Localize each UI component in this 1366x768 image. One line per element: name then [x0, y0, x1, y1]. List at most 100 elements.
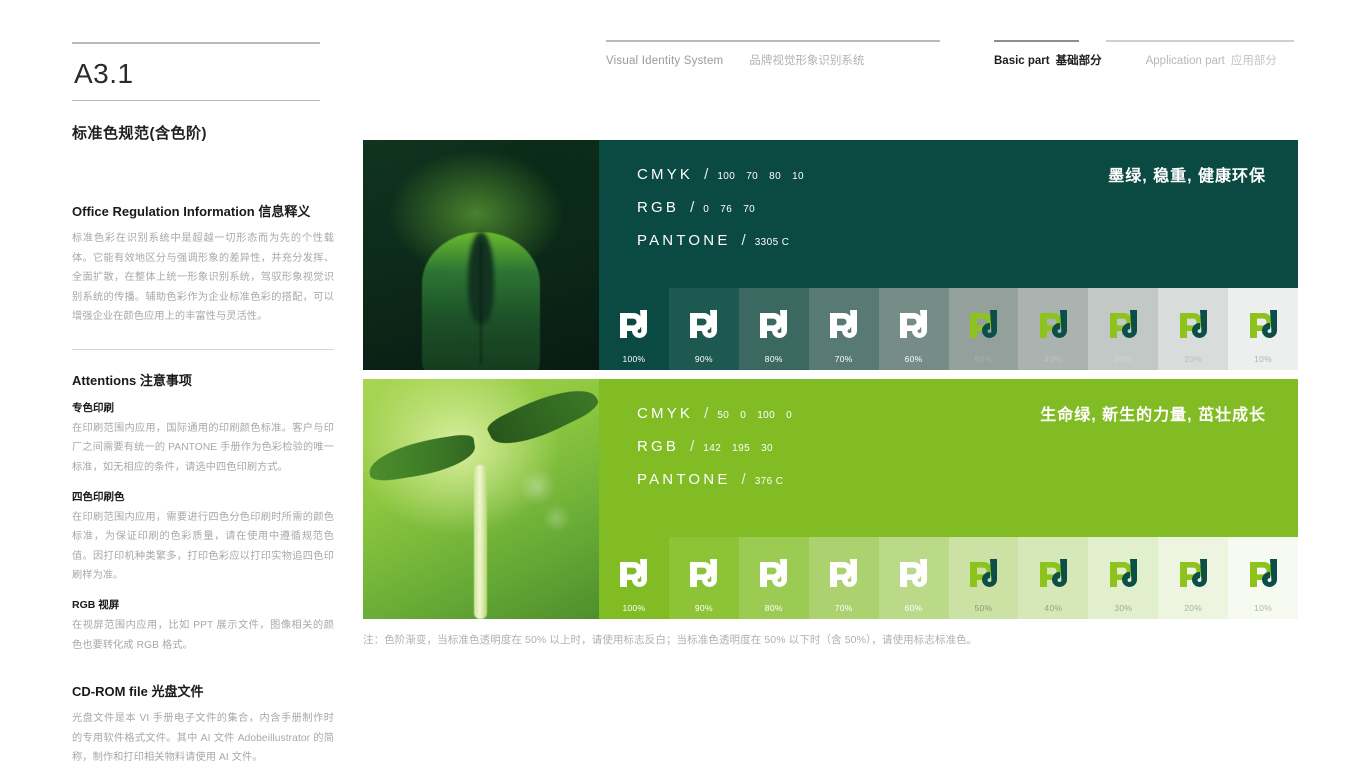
tint-swatch[interactable]: 70% — [808, 288, 879, 370]
sidebar: 标准色规范(含色阶) Office Regulation Information… — [72, 122, 334, 768]
tint-swatch[interactable]: 80% — [738, 537, 809, 619]
nav-application-label-cn: 应用部分 — [1230, 55, 1277, 67]
brand-logo-icon — [1039, 558, 1067, 587]
tint-percent-label: 20% — [1184, 603, 1203, 613]
page-code: A3.1 — [74, 58, 134, 89]
attention-item: RGB 视屏 在视屏范围内应用，比如 PPT 展示文件，图像相关的颜色也要转化成… — [72, 597, 334, 655]
tint-percent-label: 40% — [1044, 354, 1063, 364]
tint-percent-label: 20% — [1184, 354, 1203, 364]
tint-percent-label: 60% — [904, 603, 923, 613]
tint-percent-label: 40% — [1044, 603, 1063, 613]
tint-percent-label: 70% — [834, 354, 853, 364]
brand-logo-icon — [1249, 558, 1277, 587]
nav-basic-label-en: Basic part — [994, 55, 1050, 67]
brand-logo-icon — [830, 309, 858, 338]
spec-separator: / — [704, 405, 709, 422]
tint-percent-label: 80% — [764, 354, 783, 364]
block-gap — [363, 370, 1298, 379]
spec-key: PANTONE — [637, 232, 731, 249]
brand-logo-icon — [620, 558, 648, 587]
tint-percent-label: 10% — [1254, 603, 1273, 613]
attention-item: 专色印刷 在印刷范围内应用，国际通用的印刷颜色标准。客户与印厂之间需要有统一的 … — [72, 400, 334, 478]
color-block-secondary: 生命绿, 新生的力量, 茁壮成长 CMYK / 50 0 100 0 RGB / 14… — [363, 379, 1299, 619]
spec-key: CMYK — [637, 405, 694, 422]
tint-percent-label: 100% — [622, 603, 646, 613]
brand-logo-icon — [1109, 309, 1137, 338]
tint-percent-label: 90% — [694, 603, 713, 613]
footer-note: 注：色阶渐变，当标准色透明度在 50% 以上时，请使用标志反白；当标准色透明度在… — [363, 634, 978, 646]
brand-logo-icon — [690, 558, 718, 587]
spec-separator: / — [741, 232, 746, 249]
tint-swatch[interactable]: 50% — [948, 537, 1019, 619]
primary-tagline: 墨绿, 稳重, 健康环保 — [1108, 168, 1266, 185]
page-title: 标准色规范(含色阶) — [72, 125, 207, 142]
nav-item-application-part[interactable]: Application part 应用部分 — [1146, 52, 1277, 68]
spec-value: 100 70 80 10 — [717, 171, 805, 182]
spec-key: RGB — [637, 199, 680, 216]
nav-application-label-en: Application part — [1145, 55, 1225, 67]
brand-logo-icon — [830, 558, 858, 587]
tint-swatch[interactable]: 10% — [1228, 537, 1299, 619]
spec-value: 376 C — [754, 476, 784, 487]
brand-logo-icon — [969, 309, 997, 338]
system-title-en: Visual Identity System — [606, 55, 724, 67]
tint-swatch[interactable]: 70% — [808, 537, 879, 619]
spec-separator: / — [741, 471, 746, 488]
primary-spec-panel: 墨绿, 稳重, 健康环保 CMYK / 100 70 80 10 RGB / 0 76 7… — [599, 140, 1298, 288]
attention-label: 四色印刷色 — [72, 490, 125, 503]
tint-swatch[interactable]: 30% — [1088, 537, 1159, 619]
cdrom-heading: CD-ROM file 光盘文件 — [72, 684, 204, 700]
tint-swatch[interactable]: 20% — [1158, 288, 1229, 370]
tint-percent-label: 80% — [764, 603, 783, 613]
tint-percent-label: 60% — [904, 354, 923, 364]
attention-text: 在印刷范围内应用，国际通用的印刷颜色标准。客户与印厂之间需要有统一的 PANTO… — [72, 422, 334, 474]
spec-row-rgb: RGB / 142 195 30 — [637, 438, 1298, 455]
brand-logo-icon — [900, 558, 928, 587]
nav-item-basic-part[interactable]: Basic part 基础部分 — [994, 52, 1102, 68]
tint-swatch[interactable]: 90% — [668, 288, 739, 370]
spec-value: 142 195 30 — [703, 443, 773, 454]
tint-swatch[interactable]: 80% — [738, 288, 809, 370]
spec-separator: / — [690, 438, 695, 455]
tint-swatch[interactable]: 60% — [878, 537, 949, 619]
nav-basic-label-cn: 基础部分 — [1055, 55, 1102, 67]
tint-percent-label: 10% — [1254, 354, 1273, 364]
tint-swatch[interactable]: 40% — [1018, 288, 1089, 370]
spec-separator: / — [704, 166, 709, 183]
attention-text: 在印刷范围内应用，需要进行四色分色印刷时所需的颜色标准，为保证印刷的色彩质量，请… — [72, 511, 334, 582]
attention-label: 专色印刷 — [72, 401, 114, 414]
brand-logo-icon — [1249, 309, 1277, 338]
secondary-tint-scale: 100% 90% 80% 70% 60% 50% 40% 30% 20% 10% — [599, 537, 1299, 619]
sprout-photo — [363, 379, 599, 619]
tint-swatch[interactable]: 40% — [1018, 537, 1089, 619]
tint-swatch[interactable]: 10% — [1228, 288, 1299, 370]
info-heading: Office Regulation Information 信息释义 — [72, 204, 311, 219]
cdrom-body: 光盘文件是本 VI 手册电子文件的集合，内含手册制作时的专用软件格式文件。其中 … — [72, 713, 334, 764]
tint-swatch[interactable]: 60% — [878, 288, 949, 370]
tint-percent-label: 90% — [694, 354, 713, 364]
page-code-block: A3.1 — [72, 42, 320, 101]
brand-logo-icon — [1179, 558, 1207, 587]
spec-row-rgb: RGB / 0 76 70 — [637, 199, 1298, 216]
tint-swatch[interactable]: 100% — [599, 288, 669, 370]
attention-item: 四色印刷色 在印刷范围内应用，需要进行四色分色印刷时所需的颜色标准，为保证印刷的… — [72, 489, 334, 586]
system-title-block: Visual Identity System 品牌视觉形象识别系统 — [606, 40, 940, 68]
attentions-heading: Attentions 注意事项 — [72, 372, 192, 388]
brand-logo-icon — [760, 558, 788, 587]
tint-percent-label: 30% — [1114, 603, 1133, 613]
brand-logo-icon — [620, 309, 648, 338]
brand-logo-icon — [760, 309, 788, 338]
tint-swatch[interactable]: 90% — [668, 537, 739, 619]
brand-logo-icon — [1179, 309, 1207, 338]
spec-value: 0 76 70 — [703, 204, 756, 215]
tint-swatch[interactable]: 100% — [599, 537, 669, 619]
rule-under-code — [72, 100, 320, 101]
rule-nav-inactive — [1106, 40, 1294, 42]
tint-swatch[interactable]: 20% — [1158, 537, 1229, 619]
brand-logo-icon — [1039, 309, 1067, 338]
tint-percent-label: 100% — [622, 354, 646, 364]
section-nav: Basic part 基础部分 Application part 应用部分 — [994, 40, 1294, 68]
tint-swatch[interactable]: 50% — [948, 288, 1019, 370]
primary-tint-scale: 100% 90% 80% 70% 60% 50% 40% 30% 20% 10% — [599, 288, 1299, 370]
tint-swatch[interactable]: 30% — [1088, 288, 1159, 370]
